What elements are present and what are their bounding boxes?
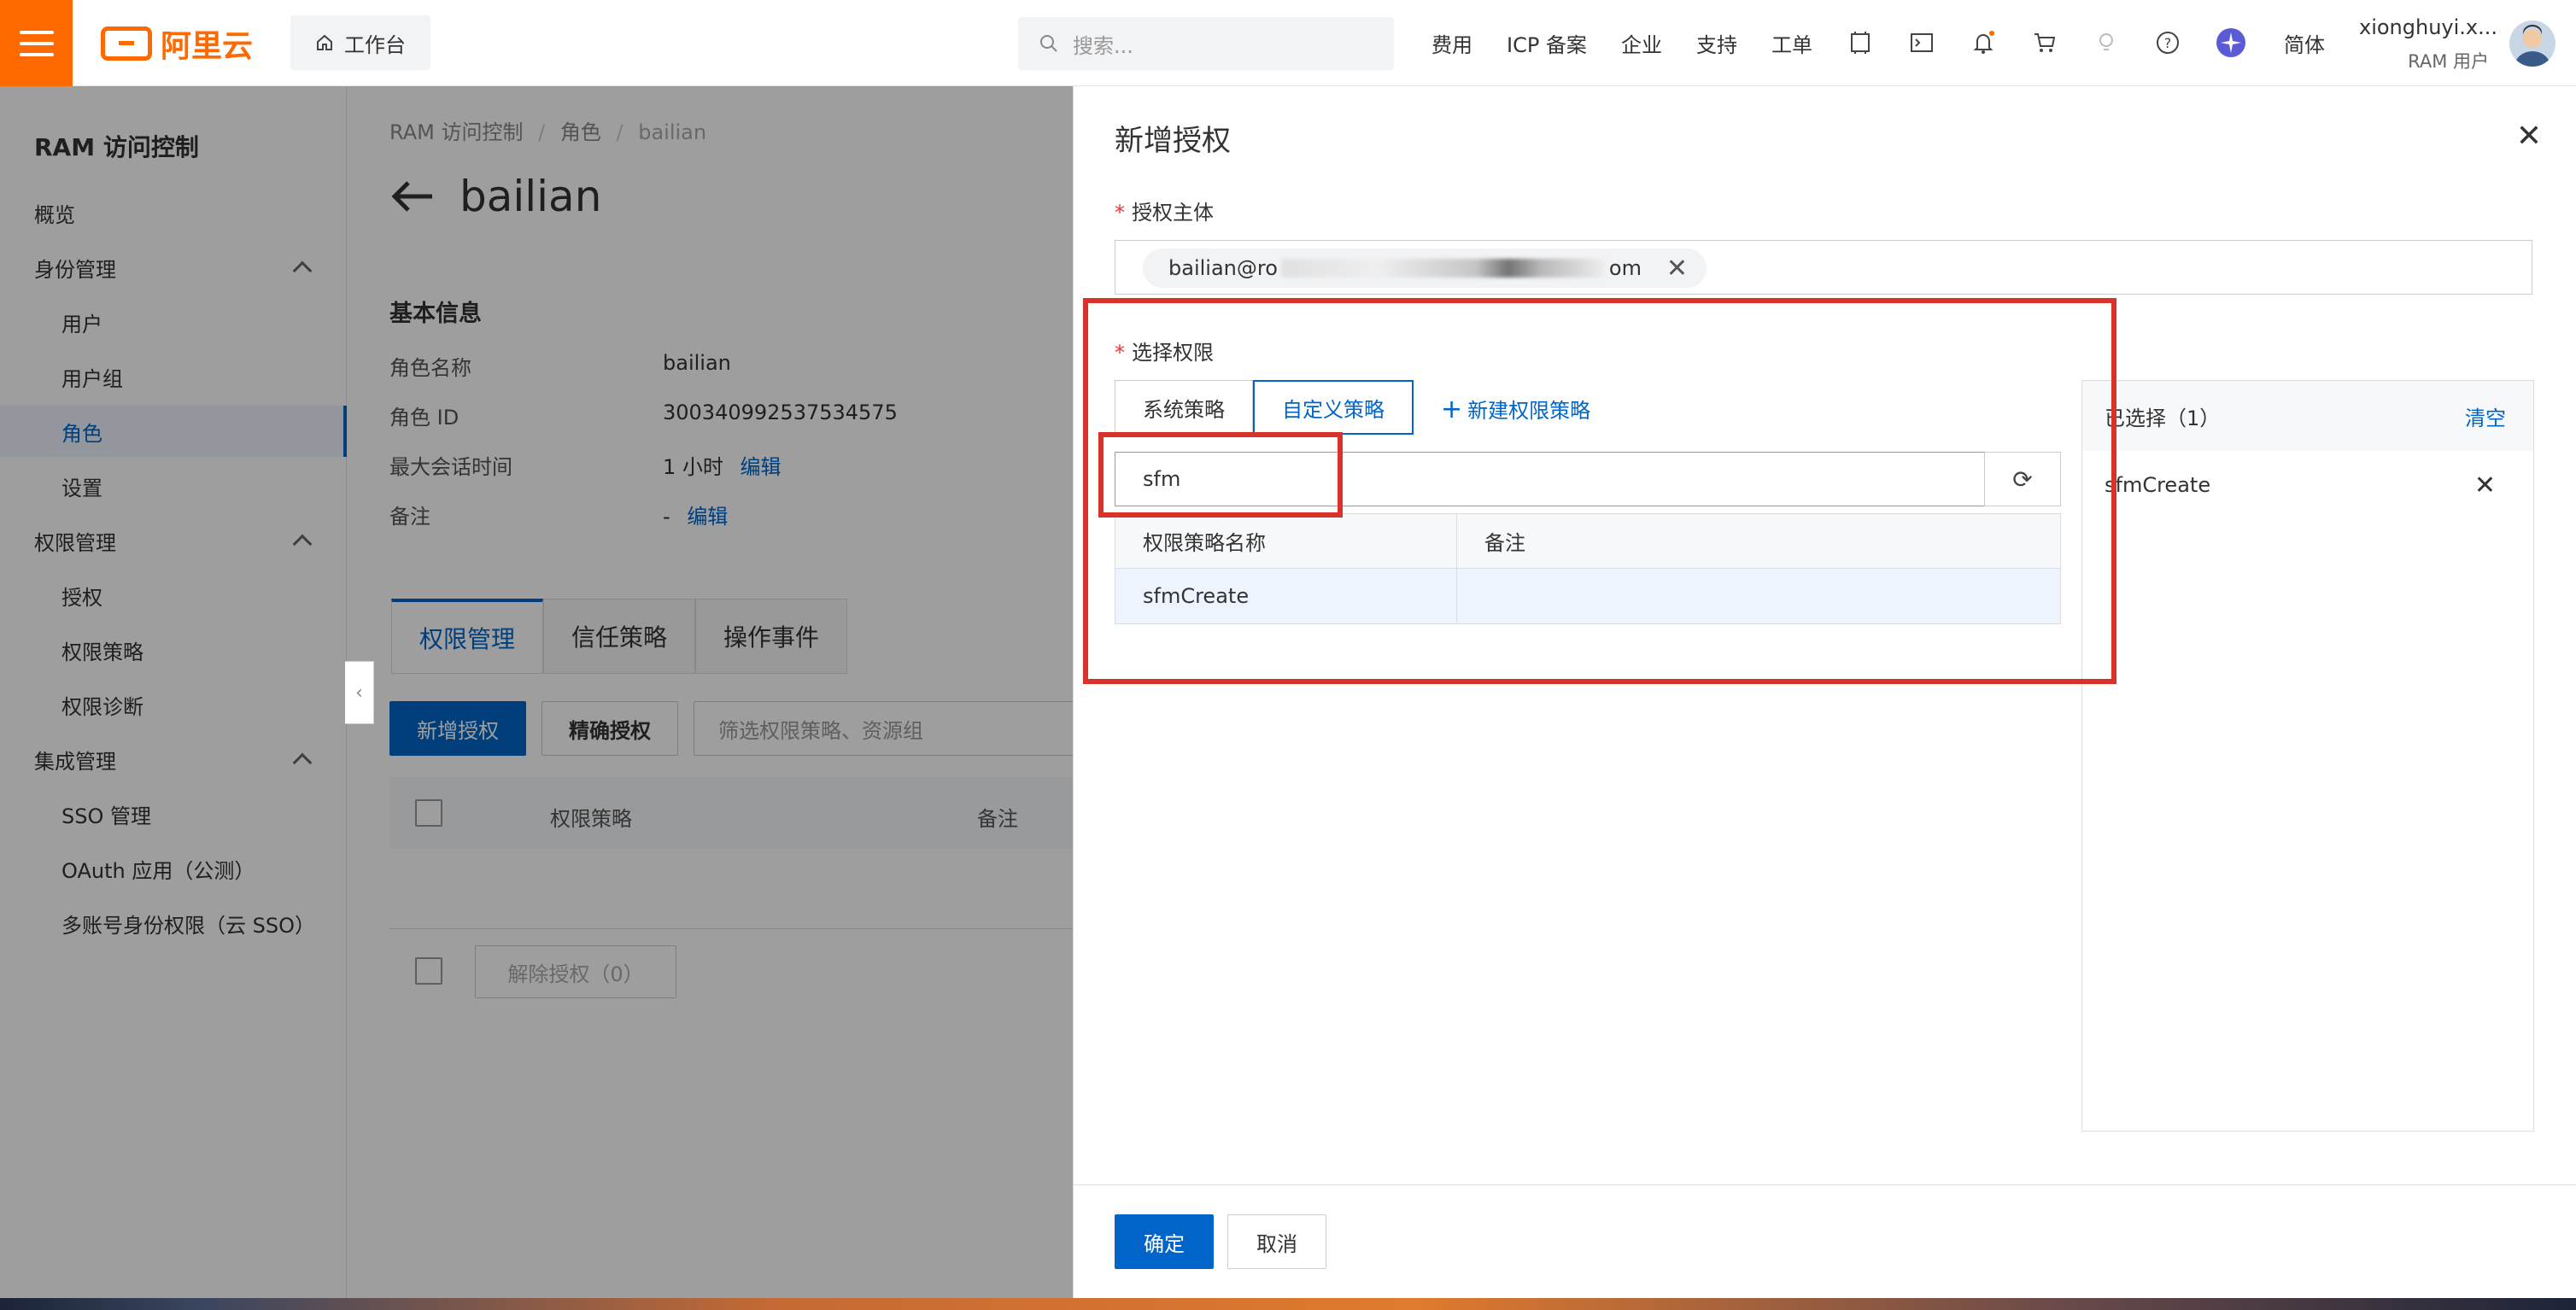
user-menu[interactable]: xionghuyi.x... RAM 用户 (2359, 15, 2498, 73)
nav-icp[interactable]: ICP 备案 (1507, 0, 1587, 86)
col-header-policy-name: 权限策略名称 (1115, 514, 1457, 568)
search-icon (1040, 35, 1057, 52)
redacted-text (1280, 259, 1606, 278)
cancel-button[interactable]: 取消 (1227, 1214, 1326, 1269)
new-policy-label: 新建权限策略 (1467, 399, 1591, 423)
desktop-dock-strip (0, 1298, 2576, 1310)
user-name: xionghuyi.x... (2359, 15, 2498, 39)
aliyun-logo[interactable]: 阿里云 (101, 24, 254, 64)
workbench-label: 工作台 (344, 32, 406, 57)
table-row[interactable]: sfmCreate (1115, 569, 2060, 623)
top-bar: 阿里云 工作台 搜索... 费用 ICP 备案 企业 支持 工单 ? 简体 xi… (0, 0, 2576, 86)
permission-label: * 选择权限 (1115, 341, 1214, 365)
hamburger-menu-icon[interactable] (0, 0, 73, 86)
nav-support[interactable]: 支持 (1696, 0, 1737, 86)
nav-fees[interactable]: 费用 (1431, 0, 1472, 86)
policy-note-cell (1457, 569, 1484, 623)
add-grant-drawer: 新增授权 ✕ * 授权主体 bailian@ro om ✕ * 选择权限 系统策略 自… (1073, 86, 2576, 1298)
plus-icon: + (1441, 395, 1463, 424)
drawer-footer: 确定 取消 (1074, 1184, 2576, 1298)
modal-overlay[interactable] (0, 86, 1073, 1298)
logo-text: 阿里云 (161, 29, 254, 64)
avatar[interactable] (2509, 20, 2556, 67)
cart-icon[interactable] (2029, 27, 2060, 58)
lightbulb-icon[interactable] (2091, 27, 2122, 58)
remove-selected-icon[interactable]: ✕ (2474, 471, 2496, 500)
selected-item: sfmCreate ✕ (2082, 451, 2533, 519)
drawer-title: 新增授权 (1115, 124, 1231, 158)
principal-value-end: om (1608, 256, 1642, 280)
workbench-button[interactable]: 工作台 (290, 15, 430, 70)
assistant-icon[interactable] (2216, 27, 2246, 58)
selected-count: 已选择（1） (2105, 406, 2221, 430)
new-policy-link[interactable]: + 新建权限策略 (1441, 394, 1590, 424)
selected-item-name: sfmCreate (2105, 473, 2211, 497)
principal-label-text: 授权主体 (1132, 201, 1214, 225)
notification-bell-icon[interactable] (1968, 27, 1999, 58)
help-icon[interactable]: ? (2152, 27, 2183, 58)
policy-type-tabs: 系统策略 自定义策略 (1115, 380, 1414, 435)
policy-search-value: sfm (1143, 467, 1181, 491)
user-role: RAM 用户 (2408, 51, 2489, 72)
global-search-input[interactable]: 搜索... (1018, 17, 1394, 70)
refresh-icon[interactable]: ⟳ (1984, 452, 2061, 506)
home-icon (317, 34, 332, 50)
principal-field[interactable]: bailian@ro om ✕ (1115, 240, 2532, 295)
principal-value-start: bailian@ro (1168, 256, 1278, 280)
tab-system-policy[interactable]: 系统策略 (1115, 380, 1253, 435)
clear-selection-link[interactable]: 清空 (2465, 401, 2506, 431)
selected-panel-header: 已选择（1） 清空 (2082, 381, 2533, 451)
aliyun-logo-mark (101, 26, 152, 61)
policy-name-cell: sfmCreate (1115, 569, 1457, 623)
selected-panel: 已选择（1） 清空 sfmCreate ✕ (2081, 380, 2534, 1132)
search-placeholder: 搜索... (1073, 33, 1133, 58)
tab-custom-policy[interactable]: 自定义策略 (1253, 380, 1414, 435)
console-page: 阿里云 工作台 搜索... 费用 ICP 备案 企业 支持 工单 ? 简体 xi… (0, 0, 2576, 1298)
principal-label: * 授权主体 (1115, 201, 1214, 225)
sidebar-collapse-handle[interactable]: ‹ (345, 661, 374, 724)
terminal-icon[interactable] (1906, 27, 1937, 58)
confirm-button[interactable]: 确定 (1115, 1214, 1214, 1269)
permission-label-text: 选择权限 (1132, 341, 1214, 365)
svg-text:?: ? (2164, 35, 2172, 51)
col-header-note: 备注 (1484, 531, 1525, 555)
policy-table-header: 权限策略名称 备注 (1115, 514, 2060, 569)
policy-search-input[interactable]: sfm (1115, 452, 1989, 506)
remove-principal-icon[interactable]: ✕ (1666, 254, 1688, 284)
nav-enterprise[interactable]: 企业 (1621, 0, 1662, 86)
policy-table: 权限策略名称 备注 sfmCreate (1115, 513, 2061, 624)
nav-ticket[interactable]: 工单 (1771, 0, 1812, 86)
language-switch[interactable]: 简体 (2284, 0, 2325, 86)
close-icon[interactable]: ✕ (2516, 119, 2542, 154)
api-icon[interactable] (1845, 27, 1876, 58)
principal-tag: bailian@ro om ✕ (1143, 249, 1707, 288)
